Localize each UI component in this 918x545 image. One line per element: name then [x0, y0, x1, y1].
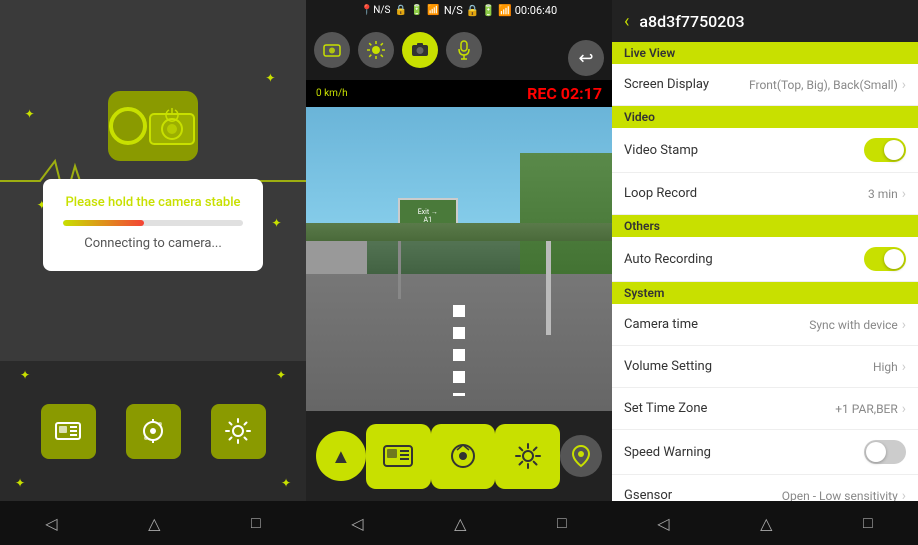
- battery-icon: 🔋: [411, 5, 423, 16]
- video-stamp-toggle[interactable]: [864, 138, 906, 162]
- nav-recents-icon[interactable]: □: [251, 513, 261, 533]
- nav-home-icon[interactable]: △: [454, 514, 466, 533]
- settings-item-volume[interactable]: Volume Setting High ›: [612, 346, 918, 388]
- gsensor-value: Open - Low sensitivity ›: [782, 488, 906, 502]
- nav-recents-icon[interactable]: □: [863, 513, 873, 533]
- auto-recording-toggle[interactable]: [864, 247, 906, 271]
- chevron-icon: ›: [902, 401, 906, 417]
- panel2-controls: ▲: [306, 411, 612, 501]
- back-button[interactable]: ↩: [568, 40, 604, 76]
- sparkle-icon: ✦: [281, 477, 291, 489]
- sparkle-icon: ✦: [276, 369, 286, 381]
- panel2-header: ↩: [306, 20, 612, 80]
- device-id-label: a8d3f7750203: [639, 12, 744, 31]
- camera-feed: Exit →A1: [306, 107, 612, 411]
- camera-time-value: Sync with device ›: [809, 317, 906, 333]
- panel-connecting: Please hold the camera stable Connecting…: [0, 0, 306, 545]
- settings-control-button[interactable]: [495, 424, 560, 489]
- lock-icon: 🔒: [394, 5, 406, 16]
- settings-item-video-stamp[interactable]: Video Stamp: [612, 128, 918, 173]
- time-display: N/S 🔒 🔋 📶 00:06:40: [444, 4, 557, 17]
- video-stamp-label: Video Stamp: [624, 143, 698, 158]
- gallery-control-button[interactable]: [366, 424, 431, 489]
- status-bar: 📍N/S 🔒 🔋 📶 N/S 🔒 🔋 📶 00:06:40: [361, 4, 557, 17]
- settings-button[interactable]: [211, 404, 266, 459]
- sparkle-icon: ✦: [24, 108, 34, 120]
- speed-label: 0 km/h: [316, 88, 348, 99]
- settings-back-icon[interactable]: ‹: [624, 11, 629, 32]
- timezone-label: Set Time Zone: [624, 401, 707, 416]
- nav-home-icon[interactable]: △: [760, 514, 772, 533]
- gps-icon: 📍N/S: [361, 5, 391, 16]
- settings-item-auto-recording[interactable]: Auto Recording: [612, 237, 918, 282]
- speed-warning-toggle[interactable]: [864, 440, 906, 464]
- gsensor-label: Gsensor: [624, 488, 672, 501]
- panel1-top: Please hold the camera stable Connecting…: [0, 0, 306, 361]
- volume-value: High ›: [873, 359, 906, 375]
- panel-settings: ‹ a8d3f7750203 Live View Screen Display …: [612, 0, 918, 545]
- video-button[interactable]: [126, 404, 181, 459]
- timezone-value: +1 PAR,BER ›: [835, 401, 906, 417]
- rec-timer: REC 02:17: [527, 84, 602, 103]
- settings-item-timezone[interactable]: Set Time Zone +1 PAR,BER ›: [612, 388, 918, 430]
- panel-camera-view: 📍N/S 🔒 🔋 📶 N/S 🔒 🔋 📶 00:06:40: [306, 0, 612, 545]
- nav-home-icon[interactable]: △: [148, 514, 160, 533]
- section-live-view: Live View: [612, 42, 918, 64]
- settings-item-camera-time[interactable]: Camera time Sync with device ›: [612, 304, 918, 346]
- chevron-icon: ›: [902, 317, 906, 333]
- settings-item-loop-record[interactable]: Loop Record 3 min ›: [612, 173, 918, 215]
- settings-item-gsensor[interactable]: Gsensor Open - Low sensitivity ›: [612, 475, 918, 501]
- screen-display-value: Front(Top, Big), Back(Small) ›: [749, 77, 906, 93]
- chevron-icon: ›: [902, 77, 906, 93]
- section-video: Video: [612, 106, 918, 128]
- sparkle-icon: ✦: [265, 72, 275, 84]
- settings-item-screen-display[interactable]: Screen Display Front(Top, Big), Back(Sma…: [612, 64, 918, 106]
- camera-mode-button[interactable]: [314, 32, 350, 68]
- connecting-label: Please hold the camera stable: [66, 195, 241, 210]
- nav-back-icon[interactable]: ◁: [351, 514, 363, 533]
- section-system: System: [612, 282, 918, 304]
- section-others: Others: [612, 215, 918, 237]
- speed-warning-label: Speed Warning: [624, 445, 711, 460]
- sparkle-icon: ✦: [15, 477, 25, 489]
- video-control-button[interactable]: [431, 424, 496, 489]
- loop-record-label: Loop Record: [624, 186, 697, 201]
- settings-item-speed-warning[interactable]: Speed Warning: [612, 430, 918, 475]
- auto-recording-label: Auto Recording: [624, 252, 713, 267]
- chevron-icon: ›: [902, 488, 906, 502]
- panel1-nav-bar: ◁ △ □: [0, 501, 306, 545]
- gallery-button[interactable]: [41, 404, 96, 459]
- camera-time-label: Camera time: [624, 317, 698, 332]
- nav-back-icon[interactable]: ◁: [45, 514, 57, 533]
- camera-icon-large: [108, 91, 198, 161]
- progress-bar: [63, 220, 243, 226]
- connecting-text: Connecting to camera...: [84, 236, 222, 251]
- mic-button[interactable]: [446, 32, 482, 68]
- chevron-icon: ›: [902, 186, 906, 202]
- settings-list[interactable]: Live View Screen Display Front(Top, Big)…: [612, 42, 918, 501]
- panel3-header: ‹ a8d3f7750203: [612, 0, 918, 42]
- photo-button[interactable]: [402, 32, 438, 68]
- progress-fill: [63, 220, 144, 226]
- location-button[interactable]: [560, 435, 602, 477]
- panel1-bottom-controls: ✦ ✦ ✦ ✦: [0, 361, 306, 501]
- signal-icon: 📶: [427, 5, 439, 16]
- rec-bar: 0 km/h REC 02:17: [306, 80, 612, 107]
- panel2-nav-bar: ◁ △ □: [306, 501, 612, 545]
- brightness-button[interactable]: [358, 32, 394, 68]
- sparkle-icon: ✦: [20, 369, 30, 381]
- sparkle-icon: ✦: [271, 217, 281, 229]
- nav-recents-icon[interactable]: □: [557, 513, 567, 533]
- loop-record-value: 3 min ›: [868, 186, 906, 202]
- connecting-box: Please hold the camera stable Connecting…: [43, 179, 263, 271]
- chevron-icon: ›: [902, 359, 906, 375]
- screen-display-label: Screen Display: [624, 77, 709, 92]
- nav-back-icon[interactable]: ◁: [657, 514, 669, 533]
- volume-label: Volume Setting: [624, 359, 712, 374]
- scroll-up-button[interactable]: ▲: [316, 431, 366, 481]
- panel3-nav-bar: ◁ △ □: [612, 501, 918, 545]
